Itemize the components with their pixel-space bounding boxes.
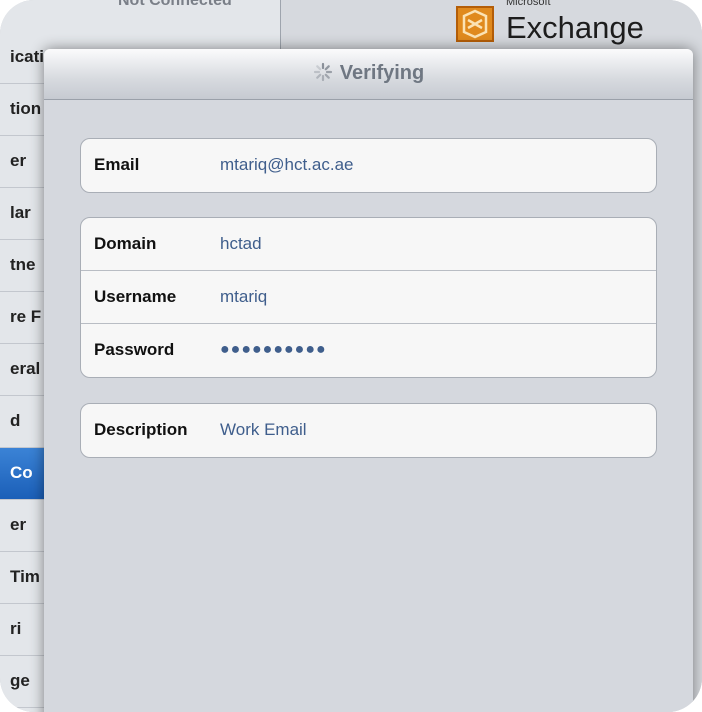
- account-setup-sheet: Verifying Email mtariq@hct.ac.ae Domain …: [44, 49, 693, 712]
- email-label: Email: [94, 155, 140, 174]
- password-value[interactable]: ●●●●●●●●●●: [220, 341, 327, 359]
- description-field[interactable]: Description Work Email: [81, 404, 656, 457]
- logo-microsoft-text: Microsoft: [506, 0, 551, 8]
- spinner-icon: [313, 62, 333, 82]
- description-group: Description Work Email: [80, 403, 657, 458]
- logo-exchange-text: Exchange: [506, 10, 644, 45]
- username-label: Username: [94, 287, 177, 306]
- sheet-navbar: Verifying: [44, 49, 693, 100]
- sidebar-top-status: Not Connected: [118, 0, 232, 9]
- exchange-logo-icon: [456, 6, 494, 42]
- domain-label: Domain: [94, 234, 157, 253]
- sheet-title-text: Verifying: [339, 62, 425, 84]
- password-label: Password: [94, 340, 175, 359]
- credentials-group: Domain hctad Username mtariq Password ●●…: [80, 217, 657, 378]
- username-field[interactable]: Username mtariq: [81, 271, 656, 324]
- email-value[interactable]: mtariq@hct.ac.ae: [220, 155, 353, 175]
- password-field[interactable]: Password ●●●●●●●●●●: [81, 324, 656, 377]
- screen: Not Connected icati tion er lar tne re F…: [0, 0, 702, 712]
- email-field[interactable]: Email mtariq@hct.ac.ae: [81, 139, 656, 192]
- description-value[interactable]: Work Email: [220, 420, 307, 440]
- description-label: Description: [94, 420, 188, 439]
- username-value[interactable]: mtariq: [220, 287, 267, 307]
- sheet-title: Verifying: [44, 62, 693, 85]
- email-group: Email mtariq@hct.ac.ae: [80, 138, 657, 193]
- domain-value[interactable]: hctad: [220, 234, 262, 254]
- domain-field[interactable]: Domain hctad: [81, 218, 656, 271]
- exchange-logo: Microsoft Exchange: [456, 0, 656, 48]
